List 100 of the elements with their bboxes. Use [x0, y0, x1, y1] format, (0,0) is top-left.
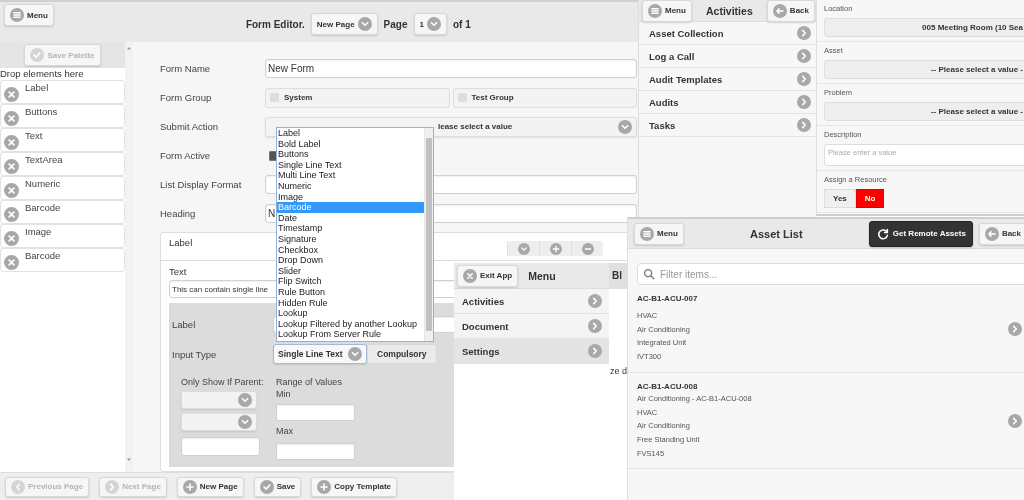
page-select[interactable]: New Page	[310, 13, 378, 35]
arrow-left-icon	[772, 3, 787, 18]
asset-title: AC-B1-ACU-008	[637, 381, 699, 391]
field-label: Text	[169, 265, 187, 279]
dropdown-option[interactable]: Lookup Filtered by another Lookup	[277, 318, 424, 330]
card-title: Label	[169, 237, 193, 248]
text-field[interactable]	[276, 443, 355, 460]
palette-item-label: Image	[25, 226, 52, 237]
close-icon	[4, 231, 19, 246]
footer-button[interactable]: New Page	[176, 476, 244, 497]
menu-icon	[640, 226, 654, 241]
palette-item[interactable]: TextArea	[0, 152, 125, 176]
search-field[interactable]: Filter items...	[637, 263, 1024, 285]
dropdown-option[interactable]: Checkbox	[277, 244, 424, 256]
button-group[interactable]	[507, 241, 603, 256]
palette-item[interactable]: Barcode	[0, 248, 125, 272]
caret-icon	[618, 119, 632, 134]
dropdown-option[interactable]: Single Line Text	[277, 159, 424, 171]
close-icon	[4, 255, 19, 270]
back-button[interactable]: Back	[766, 0, 815, 22]
close-icon	[4, 183, 19, 198]
caret-icon	[357, 17, 372, 31]
exit-app-button[interactable]: Exit App	[457, 264, 519, 287]
field-label: Max	[276, 425, 294, 437]
page-label: Page	[383, 18, 408, 30]
select-field[interactable]: Single Line Text	[273, 344, 367, 364]
dropdown-option[interactable]: Rule Button	[277, 286, 424, 298]
check-icon	[30, 48, 45, 62]
caret-icon	[517, 242, 530, 255]
text-field[interactable]	[276, 404, 355, 421]
scrollbar[interactable]	[424, 128, 433, 341]
dropdown-option[interactable]: Multi Line Text	[277, 170, 424, 181]
field-label: Input Type	[172, 348, 218, 360]
field-label: Heading	[160, 208, 197, 219]
dropdown-option[interactable]: Image	[277, 191, 424, 203]
menu-item[interactable]: Document	[454, 314, 609, 339]
toggle-option[interactable]: No	[855, 189, 885, 208]
footer-button[interactable]: Copy Template	[311, 476, 398, 497]
palette-item[interactable]: Text	[0, 128, 125, 152]
plus-icon	[317, 479, 332, 494]
text-field[interactable]	[181, 437, 260, 456]
group-option[interactable]: Test Group	[452, 87, 637, 108]
dropdown-option[interactable]: Drop Down	[277, 255, 424, 266]
window-title: Asset List	[750, 227, 803, 240]
dropdown-option[interactable]: Flip Switch	[277, 276, 424, 287]
close-icon	[4, 87, 19, 102]
toggle-option[interactable]: Yes	[824, 189, 856, 208]
dropdown-option[interactable]: Slider	[277, 265, 424, 277]
compulsory-button[interactable]: Compulsory	[367, 344, 437, 364]
select-field[interactable]: -- Please select a value -	[824, 60, 1024, 79]
palette-item[interactable]: Numeric	[0, 176, 125, 200]
menu-button[interactable]: Menu	[642, 0, 692, 22]
menu-item[interactable]: Activities	[454, 289, 609, 314]
menu-item[interactable]: Settings	[454, 339, 609, 364]
page-number-select[interactable]: 1	[413, 13, 447, 35]
field-label: Min	[276, 388, 292, 400]
chevron-right-icon	[105, 479, 120, 494]
back-button[interactable]: Back	[978, 222, 1024, 245]
dropdown-option[interactable]: Signature	[277, 233, 424, 245]
chevron-right-icon	[1008, 414, 1022, 429]
plus-icon	[549, 242, 562, 255]
field-label: Label	[172, 319, 197, 330]
dropdown-option[interactable]: Lookup From Server Rule	[277, 329, 424, 340]
footer-button[interactable]: Save	[253, 476, 302, 497]
palette-item[interactable]: Label	[0, 80, 125, 104]
text-field[interactable]: New Form	[265, 59, 637, 78]
scrollbar[interactable]	[125, 42, 133, 472]
palette-item-label: Barcode	[25, 202, 61, 213]
dropdown-option[interactable]: Label	[277, 128, 424, 139]
dropdown-option[interactable]: Timestamp	[277, 223, 424, 234]
field-label: Form Group	[160, 92, 213, 103]
select-field[interactable]	[181, 413, 257, 431]
palette-item-label: Barcode	[25, 250, 61, 261]
palette-item-label: TextArea	[25, 154, 63, 165]
get-remote-assets-button[interactable]: Get Remote Assets	[868, 220, 973, 247]
chevron-right-icon	[797, 95, 811, 109]
palette-item[interactable]: Image	[0, 224, 125, 248]
dropdown-option[interactable]: Hidden Rule	[277, 297, 424, 309]
menu-icon	[10, 8, 24, 22]
minus-icon	[581, 242, 594, 255]
select-field[interactable]	[181, 391, 257, 409]
close-icon	[4, 207, 19, 222]
window-title: Form Editor.	[245, 18, 305, 30]
dropdown-option[interactable]: Buttons	[277, 149, 424, 160]
palette-item[interactable]: Buttons	[0, 104, 125, 128]
dropdown-option[interactable]: Numeric	[277, 180, 424, 192]
dropdown-option[interactable]: Lookup	[277, 308, 424, 319]
menu-button[interactable]: Menu	[4, 4, 54, 26]
body-text: ze d	[609, 366, 627, 376]
palette-item[interactable]: Barcode	[0, 200, 125, 224]
chevron-left-icon	[11, 479, 25, 494]
chevron-right-icon	[588, 344, 602, 358]
group-option[interactable]: System	[265, 87, 450, 108]
select-field[interactable]: -- Please select a value -	[824, 102, 1024, 121]
check-icon	[259, 479, 274, 494]
dropdown-option[interactable]: Date	[277, 212, 424, 224]
select-field[interactable]: 005 Meeting Room (10 Sea	[824, 18, 1024, 37]
menu-button[interactable]: Menu	[634, 222, 684, 245]
close-icon	[4, 159, 19, 174]
dropdown-option[interactable]: Bold Label	[277, 138, 424, 150]
